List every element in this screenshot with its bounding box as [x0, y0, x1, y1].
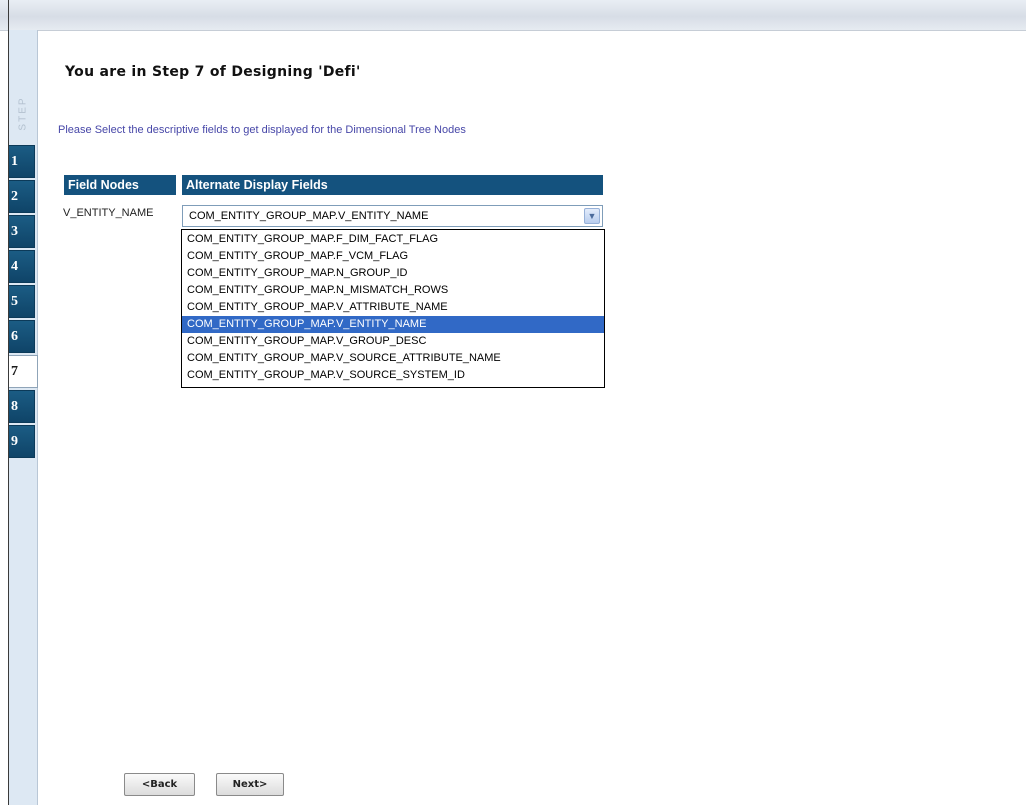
step-tab-6[interactable]: 6: [9, 320, 35, 353]
dropdown-option[interactable]: COM_ENTITY_GROUP_MAP.V_SOURCE_SYSTEM_ID: [182, 367, 604, 384]
step-rail: STEP 123456789: [9, 30, 38, 805]
step-list: 123456789: [9, 145, 38, 460]
dropdown-option[interactable]: COM_ENTITY_GROUP_MAP.F_DIM_FACT_FLAG: [182, 231, 604, 248]
back-button[interactable]: <Back: [124, 773, 195, 796]
step-tab-2[interactable]: 2: [9, 180, 35, 213]
alternate-display-select[interactable]: COM_ENTITY_GROUP_MAP.V_ENTITY_NAME ▼: [182, 205, 603, 227]
dropdown-option[interactable]: COM_ENTITY_GROUP_MAP.V_GROUP_DESC: [182, 333, 604, 350]
step-tab-9[interactable]: 9: [9, 425, 35, 458]
dropdown-list[interactable]: COM_ENTITY_GROUP_MAP.F_DIM_FACT_FLAG COM_…: [181, 229, 605, 388]
dropdown-option[interactable]: COM_ENTITY_GROUP_MAP.N_MISMATCH_ROWS: [182, 282, 604, 299]
dropdown-option[interactable]: COM_ENTITY_GROUP_MAP.V_ATTRIBUTE_NAME: [182, 299, 604, 316]
step-tab-5[interactable]: 5: [9, 285, 35, 318]
step-tab-1[interactable]: 1: [9, 145, 35, 178]
step-rail-label: STEP: [17, 95, 29, 131]
select-current-value: COM_ENTITY_GROUP_MAP.V_ENTITY_NAME: [189, 210, 429, 222]
header-field-nodes: Field Nodes: [64, 175, 176, 195]
step-tab-3[interactable]: 3: [9, 215, 35, 248]
dropdown-option[interactable]: COM_ENTITY_GROUP_MAP.F_VCM_FLAG: [182, 248, 604, 265]
step-tab-4[interactable]: 4: [9, 250, 35, 283]
field-node-label: V_ENTITY_NAME: [63, 207, 154, 219]
header-alternate-display-fields: Alternate Display Fields: [182, 175, 603, 195]
top-bar: [0, 0, 1026, 31]
page-title: You are in Step 7 of Designing 'Defi': [65, 64, 361, 80]
step-tab-7[interactable]: 7: [9, 355, 38, 388]
dropdown-option[interactable]: COM_ENTITY_GROUP_MAP.V_ENTITY_NAME: [182, 316, 604, 333]
dropdown-option[interactable]: COM_ENTITY_GROUP_MAP.N_GROUP_ID: [182, 265, 604, 282]
next-button[interactable]: Next>: [216, 773, 284, 796]
dropdown-option[interactable]: COM_ENTITY_GROUP_MAP.V_SOURCE_ATTRIBUTE_…: [182, 350, 604, 367]
instruction-text: Please Select the descriptive fields to …: [58, 124, 466, 136]
chevron-down-icon[interactable]: ▼: [584, 208, 600, 224]
step-tab-8[interactable]: 8: [9, 390, 35, 423]
